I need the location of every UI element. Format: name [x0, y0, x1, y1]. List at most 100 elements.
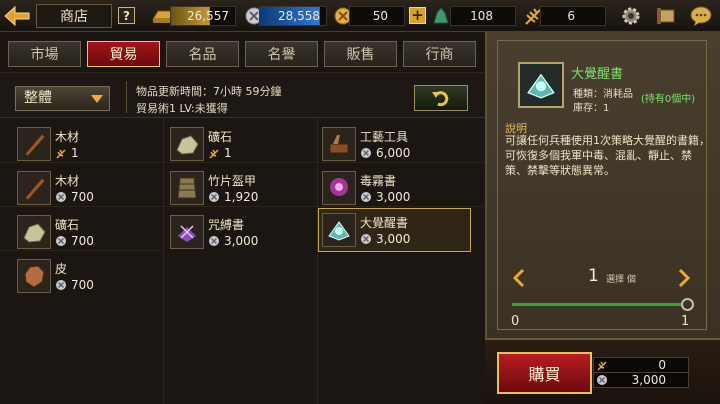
list-item-great-awakening-book[interactable]: 大覺醒書 3,000: [318, 208, 471, 252]
slider-handle[interactable]: [681, 298, 694, 311]
buy-button[interactable]: 購買: [497, 352, 592, 394]
silver-coin-icon: [209, 192, 219, 202]
item-name: 礦石: [208, 130, 233, 144]
item-price: 6,000: [360, 146, 410, 160]
tab-bar: 市場 貿易 名品 名譽 販售 行商: [0, 32, 485, 72]
list-item-bamboo-armor[interactable]: 竹片盔甲 1,920: [168, 166, 320, 210]
wheat-value: 6: [540, 6, 606, 26]
silver-coin-value: 28,558: [259, 6, 327, 26]
leather-icon: [17, 259, 51, 293]
item-price: 1,920: [208, 190, 258, 204]
list-item-leather[interactable]: 皮 700: [15, 254, 167, 298]
category-dropdown[interactable]: 整體: [15, 86, 110, 111]
item-name: 大覺醒書: [360, 216, 409, 230]
armor-icon: [170, 171, 204, 205]
tab-merchant[interactable]: 行商: [403, 41, 476, 67]
item-name: 木材: [55, 174, 80, 188]
list-item-ore-wheat[interactable]: 礦石 1: [168, 122, 320, 166]
tab-famous-items[interactable]: 名品: [166, 41, 239, 67]
item-price: 3,000: [360, 190, 410, 204]
top-bar: 商店 ? 26,557 28,558 50 + 108 6: [0, 0, 720, 32]
chevron-down-icon: [91, 95, 103, 103]
detail-item-type: 種類：消耗品: [573, 89, 633, 100]
item-name: 竹片盔甲: [208, 174, 257, 188]
quantity-label: 選擇 個: [606, 275, 636, 285]
category-dropdown-value: 整體: [24, 90, 52, 106]
quantity-slider[interactable]: [512, 303, 688, 306]
item-price: 1: [208, 146, 232, 160]
chat-bubble-icon[interactable]: [689, 4, 713, 28]
wood-icon: [17, 127, 51, 161]
tab-market[interactable]: 市場: [8, 41, 81, 67]
item-name: 工藝工具: [360, 130, 409, 144]
item-price-value: 3,000: [376, 190, 411, 204]
silver-coin-icon: [56, 192, 66, 202]
list-item-poison-fog-book[interactable]: 毒霧書 3,000: [320, 166, 472, 210]
cost-wheat-value: 0: [658, 358, 666, 372]
divider: [126, 81, 127, 113]
item-price: 700: [55, 278, 94, 292]
item-price: 700: [55, 190, 94, 204]
item-price-value: 1: [224, 146, 232, 160]
ore-icon: [170, 127, 204, 161]
ore-icon: [17, 215, 51, 249]
gold-ingot-value: 26,557: [170, 6, 236, 26]
list-item-binding-book[interactable]: 咒縛書 3,000: [168, 210, 320, 254]
quantity-value: 1: [588, 266, 599, 286]
item-name: 皮: [55, 262, 68, 276]
description-text: 可讓任何兵種使用1次策略大覺醒的書籍，可恢復多個我軍中毒、混亂、靜止、禁策、禁擊…: [505, 134, 710, 177]
item-price-value: 3,000: [224, 234, 259, 248]
help-button[interactable]: ?: [118, 7, 135, 24]
item-price-value: 700: [71, 190, 94, 204]
item-price: 1: [55, 146, 79, 160]
list-item-wood-silver[interactable]: 木材 700: [15, 166, 167, 210]
silver-coin-icon: [56, 236, 66, 246]
awakening-book-icon: [518, 62, 564, 108]
binding-book-icon: [170, 215, 204, 249]
item-price: 3,000: [360, 232, 410, 246]
list-item-wood-wheat[interactable]: 木材 1: [15, 122, 167, 166]
trade-skill-text: 貿易術1 LV:未獲得: [136, 102, 228, 115]
detail-item-stock: 庫存：1: [573, 103, 610, 114]
list-item-craft-tools[interactable]: 工藝工具 6,000: [320, 122, 472, 166]
awakening-book-icon: [322, 213, 356, 247]
refresh-icon: [432, 91, 449, 107]
chevron-left-icon[interactable]: [511, 268, 527, 288]
item-name: 礦石: [55, 218, 80, 232]
item-price-value: 6,000: [376, 146, 411, 160]
craft-tools-icon: [322, 127, 356, 161]
silver-coin-icon: [361, 192, 371, 202]
item-price-value: 700: [71, 234, 94, 248]
refresh-button[interactable]: [414, 85, 468, 111]
item-detail-panel: 大覺醒書 種類：消耗品 庫存：1: [485, 32, 720, 338]
page-title: 商店: [36, 4, 112, 28]
cost-silver: 3,000: [593, 372, 689, 388]
list-item-ore-silver[interactable]: 礦石 700: [15, 210, 167, 254]
poison-book-icon: [322, 171, 356, 205]
back-arrow-icon[interactable]: [2, 3, 32, 29]
add-gold-button[interactable]: +: [409, 7, 426, 24]
slider-max-label: 1: [681, 314, 690, 329]
detail-item-name: 大覺醒書: [571, 67, 624, 82]
item-name: 咒縛書: [208, 218, 245, 232]
silver-coin-icon: [209, 236, 219, 246]
item-price-value: 1,920: [224, 190, 259, 204]
gear-icon[interactable]: [619, 4, 643, 28]
tab-sell[interactable]: 販售: [324, 41, 397, 67]
slider-min-label: 0: [511, 314, 520, 329]
jade-value: 108: [450, 6, 516, 26]
wheat-icon: [209, 149, 219, 159]
tab-honor[interactable]: 名譽: [245, 41, 318, 67]
item-price-value: 3,000: [376, 232, 411, 246]
scroll-icon[interactable]: [654, 4, 678, 28]
item-price: 3,000: [208, 234, 258, 248]
wheat-icon: [597, 361, 607, 371]
cost-wheat: 0: [593, 357, 689, 373]
chevron-right-icon[interactable]: [676, 268, 692, 288]
tab-trade[interactable]: 貿易: [87, 41, 160, 67]
silver-coin-icon: [56, 280, 66, 290]
owned-count: (持有0個中): [641, 94, 696, 105]
item-price-value: 700: [71, 278, 94, 292]
item-price: 700: [55, 234, 94, 248]
item-price-value: 1: [71, 146, 79, 160]
